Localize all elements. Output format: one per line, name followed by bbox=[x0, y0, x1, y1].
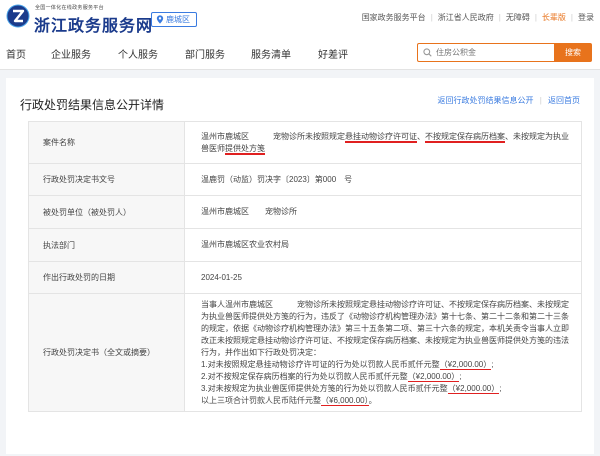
divider: | bbox=[539, 96, 542, 105]
decision-paragraph: 当事人温州市鹿城区 宠物诊所未按照规定悬挂动物诊疗许可证、不按规定保存病历档案、… bbox=[201, 299, 571, 359]
top-links: 国家政务服务平台 | 浙江省人民政府 | 无障碍 | 长辈版 | 登录 bbox=[362, 12, 594, 23]
link-accessibility[interactable]: 无障碍 bbox=[506, 12, 530, 23]
case-name-label: 案件名称 bbox=[28, 121, 185, 164]
region-label: 鹿城区 bbox=[166, 15, 190, 24]
page-title: 行政处罚结果信息公开详情 bbox=[20, 98, 165, 112]
nav-personal[interactable]: 个人服务 bbox=[118, 46, 158, 61]
decision-text: 当事人温州市鹿城区 bbox=[201, 299, 273, 309]
location-pin-icon bbox=[156, 15, 164, 24]
search-button[interactable]: 搜索 bbox=[554, 43, 592, 62]
decision-label: 行政处罚决定书（全文或摘要） bbox=[28, 293, 185, 412]
divider: | bbox=[534, 13, 537, 22]
party-value: 温州市鹿城区 宠物诊所 bbox=[184, 195, 582, 229]
search-input[interactable] bbox=[436, 48, 546, 57]
penalty-text: 以上三项合计罚款人民币陆仟元整 bbox=[201, 395, 321, 405]
date-label: 作出行政处罚的日期 bbox=[28, 261, 185, 294]
doc-no-value: 温鹿罚（动监）罚决字〔2023〕第000 号 bbox=[184, 163, 582, 196]
link-elder-mode[interactable]: 长辈版 bbox=[542, 12, 566, 23]
penalty-amount: （¥2,000.00） bbox=[439, 359, 492, 370]
region-selector[interactable]: 鹿城区 bbox=[151, 12, 197, 27]
search-field[interactable] bbox=[417, 43, 554, 62]
back-links: 返回行政处罚结果信息公开 | 返回首页 bbox=[437, 95, 580, 106]
case-name-highlight: 提供处方笺 bbox=[225, 143, 265, 153]
back-to-home-link[interactable]: 返回首页 bbox=[548, 96, 580, 105]
table-row: 作出行政处罚的日期 2024-01-25 bbox=[28, 261, 582, 294]
penalty-item-1: 1.对未按照规定悬挂动物诊疗许可证的行为处以罚款人民币贰仟元整（¥2,000.0… bbox=[201, 359, 494, 370]
case-name-highlight: 悬挂动物诊疗许可证 bbox=[345, 131, 417, 141]
nav-home[interactable]: 首页 bbox=[6, 46, 26, 61]
table-row: 行政处罚决定书文号 温鹿罚（动监）罚决字〔2023〕第000 号 bbox=[28, 163, 582, 196]
nav-department[interactable]: 部门服务 bbox=[185, 46, 225, 61]
dept-value: 温州市鹿城区农业农村局 bbox=[184, 228, 582, 262]
redacted-text bbox=[249, 207, 265, 216]
site-title[interactable]: 浙江政务服务网 bbox=[34, 12, 153, 36]
table-row: 案件名称 温州市鹿城区 宠物诊所未按照规定悬挂动物诊疗许可证、不按规定保存病历档… bbox=[28, 121, 582, 164]
date-value: 2024-01-25 bbox=[184, 261, 582, 294]
divider: | bbox=[430, 13, 433, 22]
penalty-total: 以上三项合计罚款人民币陆仟元整（¥6,000.00）。 bbox=[201, 395, 377, 406]
nav-service-list[interactable]: 服务清单 bbox=[251, 46, 291, 61]
case-name-part: 宠物诊所未按照规定 bbox=[273, 131, 345, 141]
penalty-text: 1.对未按照规定悬挂动物诊疗许可证的行为处以罚款人民币贰仟元整 bbox=[201, 359, 440, 369]
party-text: 温州市鹿城区 bbox=[201, 207, 249, 216]
redacted-text bbox=[249, 132, 273, 141]
divider: | bbox=[498, 13, 501, 22]
party-label: 被处罚单位（被处罚人） bbox=[28, 195, 185, 229]
nav-enterprise[interactable]: 企业服务 bbox=[51, 46, 91, 61]
case-name-highlight: 不按规定保存病历档案 bbox=[425, 131, 505, 141]
penalty-item-2: 2.对不按规定保存病历档案的行为处以罚款人民币贰仟元整（¥2,000.00）; bbox=[201, 371, 462, 382]
table-row: 被处罚单位（被处罚人） 温州市鹿城区 宠物诊所 bbox=[28, 195, 582, 229]
dept-label: 执法部门 bbox=[28, 228, 185, 262]
table-row: 行政处罚决定书（全文或摘要） 当事人温州市鹿城区 宠物诊所未按照规定悬挂动物诊疗… bbox=[28, 293, 582, 412]
link-province-gov[interactable]: 浙江省人民政府 bbox=[438, 12, 494, 23]
back-to-list-link[interactable]: 返回行政处罚结果信息公开 bbox=[437, 96, 533, 105]
party-text: 宠物诊所 bbox=[265, 207, 297, 216]
logo-subtitle: 全国一体化在线政务服务平台 bbox=[35, 5, 104, 11]
link-login[interactable]: 登录 bbox=[578, 12, 594, 23]
penalty-text: 3.对未按规定为执业兽医师提供处方笺的行为处以罚款人民币贰仟元整 bbox=[201, 383, 448, 393]
penalty-item-3: 3.对未按规定为执业兽医师提供处方笺的行为处以罚款人民币贰仟元整（¥2,000.… bbox=[201, 383, 502, 394]
top-header: 全国一体化在线政务服务平台 浙江政务服务网 鹿城区 国家政务服务平台 | 浙江省… bbox=[0, 0, 600, 36]
penalty-amount: （¥2,000.00） bbox=[407, 371, 460, 382]
decision-value: 当事人温州市鹿城区 宠物诊所未按照规定悬挂动物诊疗许可证、不按规定保存病历档案、… bbox=[184, 293, 582, 412]
doc-no-suffix: 号 bbox=[344, 174, 353, 184]
detail-table: 案件名称 温州市鹿城区 宠物诊所未按照规定悬挂动物诊疗许可证、不按规定保存病历档… bbox=[28, 121, 582, 412]
case-name-value: 温州市鹿城区 宠物诊所未按照规定悬挂动物诊疗许可证、不按规定保存病历档案、未按规… bbox=[184, 121, 582, 164]
case-name-part: 、 bbox=[417, 131, 425, 141]
redacted-text bbox=[336, 175, 344, 184]
doc-no-label: 行政处罚决定书文号 bbox=[28, 163, 185, 196]
detail-card: 行政处罚结果信息公开详情 返回行政处罚结果信息公开 | 返回首页 案件名称 温州… bbox=[6, 78, 594, 454]
link-national-platform[interactable]: 国家政务服务平台 bbox=[362, 12, 426, 23]
case-name-part: 温州市鹿城区 bbox=[201, 131, 249, 141]
redacted-text bbox=[273, 300, 297, 309]
nav-review[interactable]: 好差评 bbox=[318, 46, 348, 61]
table-row: 执法部门 温州市鹿城区农业农村局 bbox=[28, 228, 582, 262]
zhejiang-logo-icon[interactable] bbox=[6, 4, 30, 28]
penalty-amount: （¥6,000.00） bbox=[321, 395, 369, 406]
doc-no-text: 温鹿罚（动监）罚决字〔2023〕第000 bbox=[201, 174, 337, 184]
penalty-amount: （¥2,000.00） bbox=[447, 383, 500, 394]
penalty-text: 2.对不按规定保存病历档案的行为处以罚款人民币贰仟元整 bbox=[201, 371, 408, 381]
search-icon bbox=[423, 48, 432, 57]
divider: | bbox=[570, 13, 573, 22]
